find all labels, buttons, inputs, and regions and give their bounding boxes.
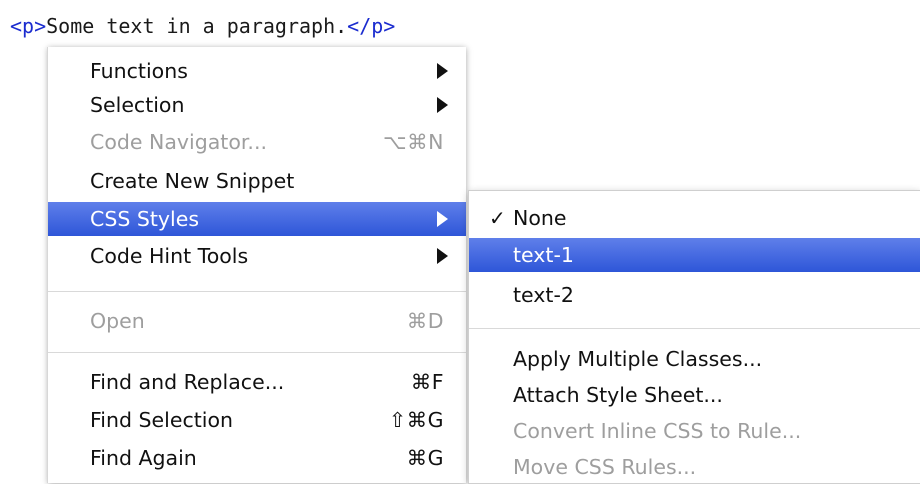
menu-item-open: Open ⌘D — [48, 304, 466, 338]
menu-item-code-hint-tools[interactable]: Code Hint Tools — [48, 239, 466, 273]
menu-item-shortcut: ⌘D — [406, 309, 444, 333]
submenu-item-label: text-1 — [513, 243, 574, 267]
submenu-item-label: Convert Inline CSS to Rule... — [513, 419, 802, 443]
menu-item-shortcut: ⌥⌘N — [383, 130, 444, 154]
context-menu: Functions Selection Code Navigator... ⌥⌘… — [48, 47, 466, 483]
menu-item-label: Code Navigator... — [90, 130, 267, 154]
menu-item-label: Code Hint Tools — [90, 244, 249, 268]
menu-item-shortcut: ⌘G — [406, 446, 444, 470]
submenu-item-apply-multiple-classes[interactable]: Apply Multiple Classes... — [469, 342, 920, 376]
menu-item-shortcut: ⌘F — [410, 370, 444, 394]
menu-item-selection[interactable]: Selection — [48, 88, 466, 122]
submenu-arrow-icon — [437, 211, 448, 227]
submenu-item-label: Move CSS Rules... — [513, 455, 697, 479]
menu-item-code-navigator: Code Navigator... ⌥⌘N — [48, 125, 466, 159]
menu-item-label: Open — [90, 309, 145, 333]
menu-separator — [469, 328, 920, 329]
checkmark-icon: ✓ — [489, 206, 506, 230]
submenu-arrow-icon — [437, 97, 448, 113]
menu-item-label: Find Again — [90, 446, 197, 470]
close-tag: </p> — [347, 14, 396, 38]
submenu-item-text-2[interactable]: text-2 — [469, 278, 920, 312]
menu-separator — [48, 291, 466, 292]
submenu-arrow-icon — [437, 63, 448, 79]
open-tag: <p> — [10, 14, 47, 38]
menu-item-label: Selection — [90, 93, 185, 117]
submenu-item-move-css-rules: Move CSS Rules... — [469, 450, 920, 484]
submenu-item-label: Attach Style Sheet... — [513, 383, 723, 407]
submenu-item-convert-inline-css: Convert Inline CSS to Rule... — [469, 414, 920, 448]
menu-separator — [48, 352, 466, 353]
menu-item-find-selection[interactable]: Find Selection ⇧⌘G — [48, 403, 466, 437]
submenu-arrow-icon — [437, 248, 448, 264]
submenu-item-attach-style-sheet[interactable]: Attach Style Sheet... — [469, 378, 920, 412]
submenu-item-label: None — [513, 206, 567, 230]
menu-item-label: Functions — [90, 59, 188, 83]
code-line[interactable]: <p>Some text in a paragraph.</p> — [10, 13, 395, 39]
menu-item-label: Find and Replace... — [90, 370, 285, 394]
paragraph-text: Some text in a paragraph. — [46, 14, 348, 38]
submenu-item-label: text-2 — [513, 283, 574, 307]
submenu-item-text-1[interactable]: text-1 — [469, 238, 920, 272]
menu-item-shortcut: ⇧⌘G — [388, 408, 444, 432]
menu-item-find-again[interactable]: Find Again ⌘G — [48, 441, 466, 475]
menu-item-css-styles[interactable]: CSS Styles — [48, 202, 466, 236]
menu-item-functions[interactable]: Functions — [48, 54, 466, 88]
css-styles-submenu: ✓ None text-1 text-2 Apply Multiple Clas… — [469, 191, 920, 483]
submenu-item-label: Apply Multiple Classes... — [513, 347, 763, 371]
menu-item-find-and-replace[interactable]: Find and Replace... ⌘F — [48, 365, 466, 399]
menu-item-label: CSS Styles — [90, 207, 200, 231]
menu-item-label: Find Selection — [90, 408, 233, 432]
submenu-item-none[interactable]: ✓ None — [469, 201, 920, 235]
menu-item-label: Create New Snippet — [90, 169, 295, 193]
menu-item-create-new-snippet[interactable]: Create New Snippet — [48, 164, 466, 198]
